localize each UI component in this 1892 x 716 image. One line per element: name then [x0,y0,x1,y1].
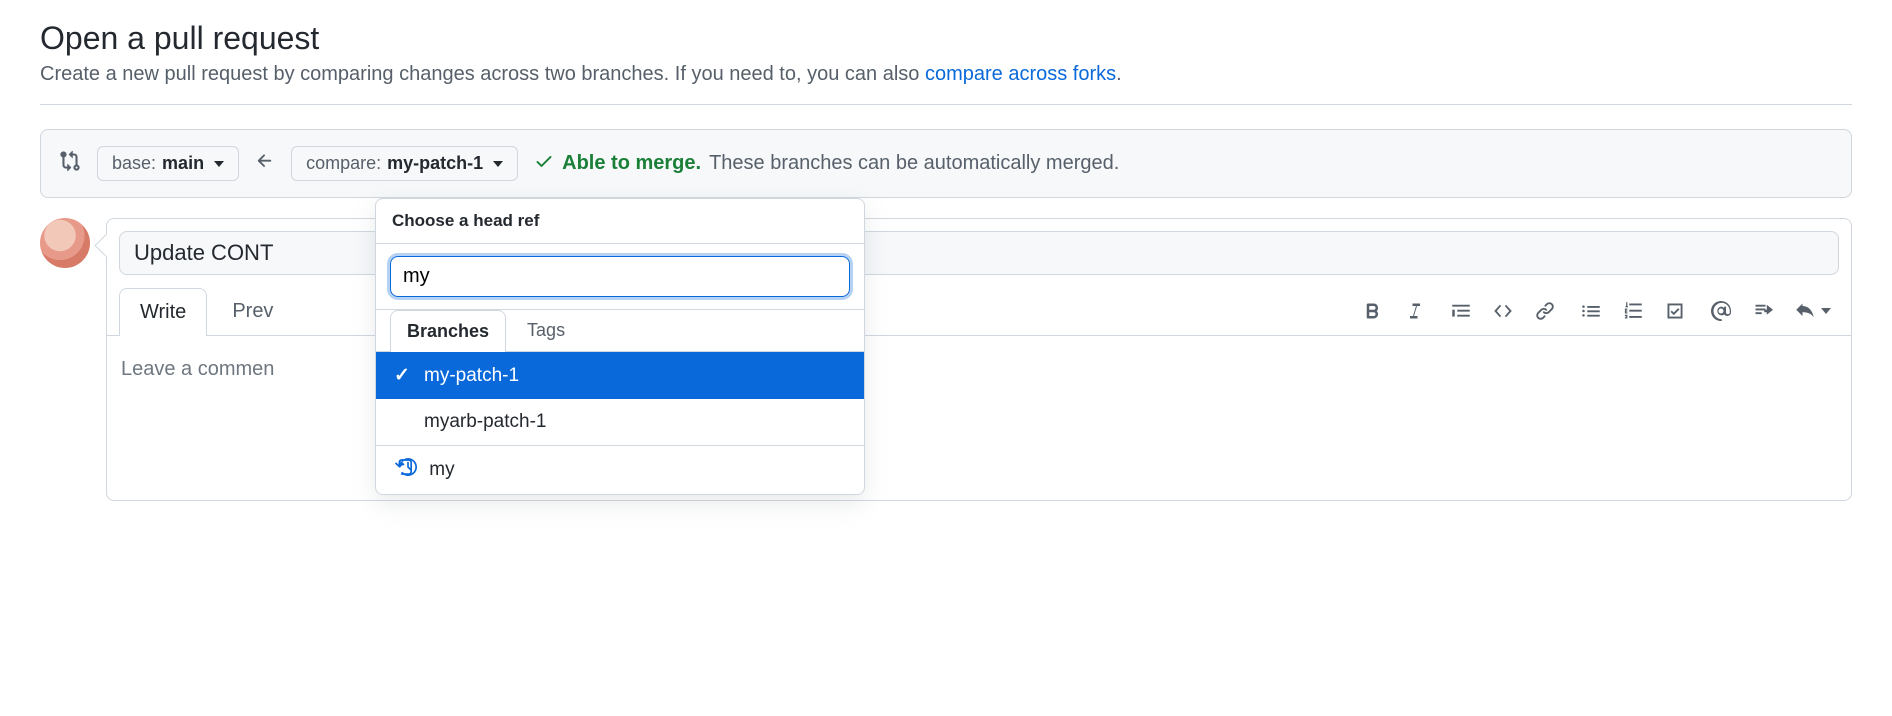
reply-icon[interactable] [1795,301,1831,321]
subtitle-suffix: . [1116,63,1122,85]
branch-item[interactable]: ✓ my-patch-1 [376,352,864,399]
page-title: Open a pull request [40,20,1852,57]
head-ref-dropdown: Choose a head ref Branches Tags ✓ my-pat… [375,198,865,495]
comment-box: Write Prev [106,218,1852,501]
compare-value: my-patch-1 [387,153,483,174]
editor-toolbar [1363,301,1839,321]
pr-body: Write Prev [40,218,1852,501]
branch-name: myarb-patch-1 [424,411,547,433]
compare-label: compare: [306,153,381,174]
base-label: base: [112,153,156,174]
dropdown-tabs: Branches Tags [376,309,864,352]
bullet-list-icon[interactable] [1581,301,1601,321]
tab-write[interactable]: Write [119,288,207,336]
check-icon: ✓ [394,364,412,387]
history-query: my [429,459,454,481]
chevron-down-icon [214,161,224,167]
merge-detail-text: These branches can be automatically merg… [709,152,1119,175]
code-icon[interactable] [1493,301,1513,321]
compare-forks-link[interactable]: compare across forks [925,63,1116,85]
tasklist-icon[interactable] [1665,301,1685,321]
history-item[interactable]: my [376,445,864,494]
numbered-list-icon[interactable] [1623,301,1643,321]
arrow-left-icon [255,151,275,177]
tab-preview[interactable]: Prev [211,287,294,335]
editor-tabs: Write Prev [107,287,1851,336]
cross-reference-icon[interactable] [1753,301,1773,321]
bold-icon[interactable] [1363,301,1383,321]
base-branch-button[interactable]: base: main [97,146,239,181]
italic-icon[interactable] [1405,301,1425,321]
merge-status-text: Able to merge. [562,152,701,175]
chevron-down-icon [493,161,503,167]
compare-bar: base: main compare: my-patch-1 Able to m… [40,129,1852,198]
mention-icon[interactable] [1711,301,1731,321]
link-icon[interactable] [1535,301,1555,321]
base-value: main [162,153,204,174]
git-compare-icon [59,150,81,177]
tab-branches[interactable]: Branches [390,310,506,352]
check-icon [534,151,554,177]
branch-item[interactable]: myarb-patch-1 [376,399,864,445]
tab-tags[interactable]: Tags [510,309,582,351]
history-icon [394,458,417,482]
subtitle-text: Create a new pull request by comparing c… [40,63,925,85]
chevron-down-icon [1821,308,1831,314]
page-subtitle: Create a new pull request by comparing c… [40,63,1852,105]
avatar [40,218,90,268]
dropdown-title: Choose a head ref [376,199,864,244]
quote-icon[interactable] [1451,301,1471,321]
dropdown-list: ✓ my-patch-1 myarb-patch-1 my [376,352,864,494]
merge-status: Able to merge. These branches can be aut… [534,151,1119,177]
branch-name: my-patch-1 [424,365,519,387]
compare-branch-button[interactable]: compare: my-patch-1 [291,146,518,181]
ref-search-input[interactable] [390,256,850,297]
